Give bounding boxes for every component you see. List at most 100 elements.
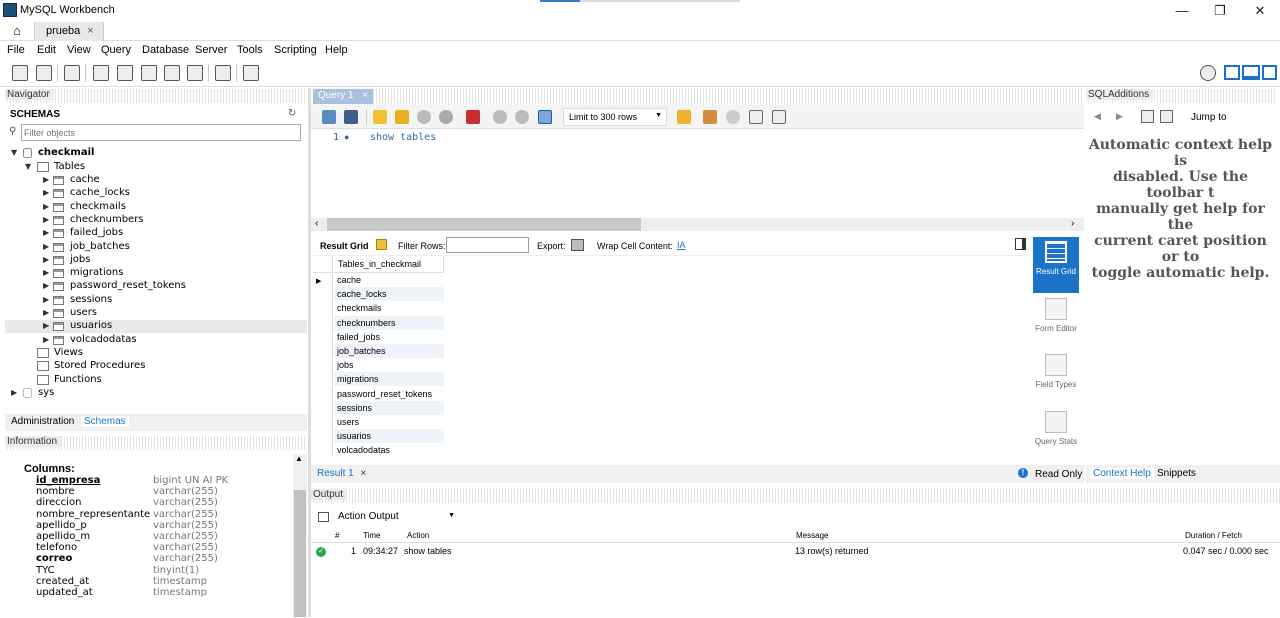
information-scrollbar[interactable]: ▲ (293, 454, 307, 617)
filter-objects-input[interactable] (21, 124, 301, 141)
reconnect-icon[interactable] (243, 65, 259, 81)
expand-triangle-icon[interactable]: ▶ (43, 188, 49, 197)
expand-triangle-icon[interactable]: ▶ (43, 255, 49, 264)
close-result-tab-icon[interactable]: × (360, 468, 366, 479)
close-query-tab-icon[interactable]: × (362, 90, 368, 101)
filter-rows-input[interactable] (446, 237, 529, 253)
menu-view[interactable]: View (67, 44, 91, 56)
views-folder[interactable]: Views (5, 347, 307, 360)
menu-file[interactable]: File (7, 44, 25, 56)
back-icon[interactable]: ◀ (1094, 111, 1101, 122)
grid-column-header[interactable]: Tables_in_checkmail (334, 256, 444, 273)
table-item[interactable]: ▶ jobs (5, 254, 307, 267)
menu-tools[interactable]: Tools (237, 44, 263, 56)
collapse-triangle-icon[interactable]: ▼ (11, 148, 17, 157)
grid-cell[interactable]: volcadodatas (334, 443, 444, 458)
toggle-output-icon[interactable] (1242, 65, 1260, 80)
scroll-up-icon[interactable]: ▲ (295, 454, 303, 463)
editor-horizontal-scrollbar[interactable]: ‹ › (311, 218, 1084, 231)
open-file-icon[interactable] (322, 110, 336, 124)
autocommit-icon[interactable] (538, 110, 552, 124)
output-type-select[interactable]: Action Output ▼ (335, 509, 459, 525)
menu-help[interactable]: Help (325, 44, 348, 56)
execute-icon[interactable] (373, 110, 387, 124)
tab-schemas[interactable]: Schemas (81, 416, 129, 427)
result-grid-button[interactable]: Result Grid (1033, 237, 1079, 293)
collapse-triangle-icon[interactable]: ▼ (25, 162, 31, 171)
row-header[interactable] (313, 429, 333, 444)
tables-folder[interactable]: ▼ Tables (5, 161, 307, 174)
inspector-icon[interactable] (64, 65, 80, 81)
scroll-right-icon[interactable]: › (1071, 218, 1074, 229)
table-item[interactable]: ▶ users (5, 307, 307, 320)
expand-triangle-icon[interactable]: ▶ (43, 308, 49, 317)
grid-cell[interactable]: sessions (334, 400, 444, 415)
jump-to-label[interactable]: Jump to (1191, 112, 1227, 123)
expand-triangle-icon[interactable]: ▶ (43, 335, 49, 344)
toggle-sidebar-icon[interactable] (1224, 65, 1240, 80)
table-item[interactable]: ▶ volcadodatas (5, 334, 307, 347)
close-window-button[interactable]: ✕ (1240, 0, 1280, 22)
forward-icon[interactable]: ▶ (1116, 111, 1123, 122)
expand-triangle-icon[interactable]: ▶ (43, 281, 49, 290)
create-table-icon[interactable] (117, 65, 133, 81)
row-header[interactable]: ▶ (313, 273, 333, 287)
expand-triangle-icon[interactable]: ▶ (43, 202, 49, 211)
row-header[interactable] (313, 287, 333, 302)
explain-icon[interactable] (417, 110, 431, 124)
grid-cell[interactable]: job_batches (334, 344, 444, 358)
save-icon[interactable] (344, 110, 358, 124)
maximize-button[interactable]: ❐ (1200, 0, 1240, 22)
table-item[interactable]: ▶ job_batches (5, 241, 307, 254)
create-procedure-icon[interactable] (164, 65, 180, 81)
tab-snippets[interactable]: Snippets (1157, 468, 1196, 479)
grid-cell[interactable]: cache_locks (334, 287, 444, 302)
search-table-data-icon[interactable] (215, 65, 231, 81)
beautify-icon[interactable] (677, 110, 691, 124)
commit-icon[interactable] (493, 110, 507, 124)
menu-scripting[interactable]: Scripting (274, 44, 317, 56)
limit-rows-select[interactable]: Limit to 300 rows ▼ (563, 108, 667, 126)
create-schema-icon[interactable] (93, 65, 109, 81)
table-item[interactable]: ▶ cache_locks (5, 187, 307, 200)
stop-icon[interactable] (439, 110, 453, 124)
grid-cell[interactable]: migrations (334, 372, 444, 387)
expand-triangle-icon[interactable]: ▶ (11, 388, 17, 397)
scroll-left-icon[interactable]: ‹ (315, 218, 318, 229)
query-stats-button[interactable]: Query Stats (1033, 411, 1079, 461)
field-types-button[interactable]: Field Types (1033, 354, 1079, 406)
row-header[interactable] (313, 415, 333, 429)
find-icon[interactable] (726, 110, 740, 124)
table-item[interactable]: ▶ failed_jobs (5, 227, 307, 240)
output-row[interactable]: ✓ 1 09:34:27 show tables 13 row(s) retur… (311, 544, 1280, 559)
menu-database[interactable]: Database (142, 44, 189, 56)
menu-query[interactable]: Query (101, 44, 131, 56)
expand-triangle-icon[interactable]: ▶ (43, 242, 49, 251)
schema-checkmail[interactable]: ▼ checkmail (5, 147, 307, 160)
settings-gear-icon[interactable] (1200, 65, 1216, 81)
grid-cell[interactable]: failed_jobs (334, 329, 444, 344)
auto-help-icon[interactable] (1160, 110, 1173, 123)
table-item[interactable]: ▶ checkmails (5, 201, 307, 214)
toggle-secondary-sidebar-icon[interactable] (1262, 65, 1277, 80)
stored-procedures-folder[interactable]: Stored Procedures (5, 360, 307, 373)
table-item[interactable]: ▶ cache (5, 174, 307, 187)
menu-server[interactable]: Server (195, 44, 227, 56)
result-tab[interactable]: Result 1 × (317, 468, 366, 479)
open-sql-script-icon[interactable] (36, 65, 52, 81)
expand-triangle-icon[interactable]: ▶ (43, 228, 49, 237)
create-function-icon[interactable] (187, 65, 203, 81)
copy-output-icon[interactable] (318, 512, 329, 522)
grid-cell[interactable]: checkmails (334, 301, 444, 316)
export-icon[interactable] (571, 239, 584, 251)
sql-editor[interactable]: 1 ● show tables (311, 129, 1084, 219)
query-tab[interactable]: Query 1 × (313, 89, 373, 104)
toggle-error-icon[interactable] (466, 110, 480, 124)
home-icon[interactable]: ⌂ (4, 24, 30, 39)
tab-administration[interactable]: Administration (8, 416, 77, 427)
expand-triangle-icon[interactable]: ▶ (43, 215, 49, 224)
table-item[interactable]: ▶ sessions (5, 294, 307, 307)
table-item[interactable]: ▶ password_reset_tokens (5, 280, 307, 293)
functions-folder[interactable]: Functions (5, 374, 307, 387)
form-editor-button[interactable]: Form Editor (1033, 298, 1079, 348)
